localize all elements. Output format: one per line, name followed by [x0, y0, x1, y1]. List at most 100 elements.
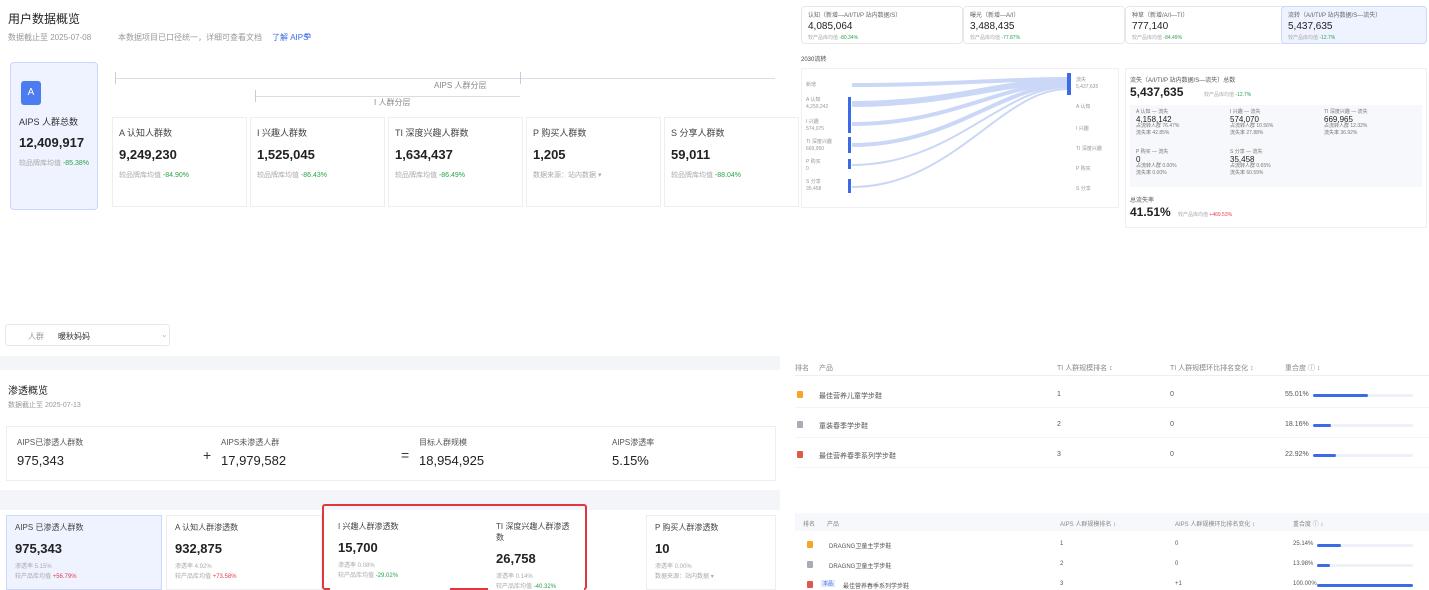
eq-d-value: 5.15%: [612, 453, 649, 468]
flow-label-inner: I 人群分层: [370, 97, 415, 108]
product-name[interactable]: 最佳营养春季系列学步鞋: [843, 581, 909, 590]
i-penetration-card[interactable]: I 兴趣人群渗透数 15,700 渗透率 0.08% 较产品库均值 -29.02%: [330, 515, 450, 590]
top-metric-card[interactable]: 种草（新增/A/I—TI） 777,140 较产品库均值 -84.49%: [1125, 6, 1287, 44]
sankey-link[interactable]: [851, 86, 1068, 166]
sankey-node-bar[interactable]: [848, 119, 851, 133]
metric-sub-prefix: 较产品库均值: [1132, 35, 1163, 41]
penetration-panel: 人群 暖秋妈妈 ⌄ 渗透概览 数据截止至 2025-07-13 AIPS已渗透人…: [0, 320, 780, 590]
col-header: 排名: [803, 522, 816, 528]
right-node-label: TI 深度兴趣: [1076, 146, 1102, 152]
metric-sub-value: -12.7%: [1319, 35, 1336, 41]
overlap-pct: 22.92%: [1285, 451, 1309, 458]
card-label: P 购买人群渗透数: [655, 523, 719, 532]
left-node-value: 35,458: [806, 186, 822, 192]
date-text: 数据截止至 2025-07-08: [8, 33, 92, 42]
card-sub-prefix: 数据来源：站内数据: [655, 574, 710, 580]
metric-sub-prefix: 较产品库均值: [808, 35, 839, 41]
detail-cell[interactable]: S 分享 — 流失 35,458 占流转人群 0.65% 流失率 60.59%: [1230, 149, 1271, 177]
crowd-selector[interactable]: 人群 暖秋妈妈 ⌄: [5, 324, 170, 346]
rate-sub-value: +469.53%: [1209, 212, 1233, 218]
cell-line: 流失率 60.59%: [1230, 170, 1264, 176]
metric-title: 流转（A/I/TI/P 站内数据/S—流失）: [1288, 13, 1382, 19]
card-sub-value: -86.49%: [438, 172, 466, 179]
overlap-pct: 13.98%: [1293, 561, 1314, 567]
top-metric-card[interactable]: 曝光（新增—A/I） 3,488,435 较产品库均值 -77.87%: [963, 6, 1125, 44]
cell-line: 占流转人群 0.65%: [1230, 163, 1271, 169]
metric-sub-value: -77.87%: [1001, 35, 1021, 41]
gold-medal-icon: [807, 541, 813, 548]
product-name[interactable]: DRAGNG卫童主学步鞋: [829, 561, 891, 570]
col-header[interactable]: 重合度 ⓘ ↕: [1293, 519, 1323, 528]
aips-penetrated-card[interactable]: AIPS 已渗透人群数 975,343 渗透率 5.15% 较产品库均值 +56.…: [6, 515, 162, 590]
learn-aips-link[interactable]: 了解 AIPS: [272, 32, 308, 43]
metric-title: 曝光（新增—A/I）: [970, 13, 1020, 19]
col-header[interactable]: AIPS 人群规模排名 ↕: [1060, 519, 1116, 528]
sankey-svg: [848, 73, 1071, 193]
product-name[interactable]: 童装春季学步鞋: [819, 421, 868, 431]
cell-line: 占流转人群 10.56%: [1230, 123, 1274, 129]
rank-change: 0: [1170, 451, 1174, 458]
chevron-down-icon[interactable]: ⌄: [161, 330, 168, 339]
left-node-label: TI 深度兴趣: [806, 139, 832, 145]
product-name[interactable]: 最佳营养春季系列学步鞋: [819, 451, 896, 461]
overlap-pct: 100.00%: [1293, 581, 1317, 587]
metric-sub-value: -84.49%: [1163, 35, 1183, 41]
overlap-bar: [1313, 394, 1413, 397]
sankey-node-bar[interactable]: [848, 137, 851, 153]
sankey-node-bar[interactable]: [848, 159, 851, 169]
cell-title: P 购买 — 流失: [1136, 149, 1169, 155]
detail-cell[interactable]: P 购买 — 流失 0 占流转人群 0.00% 流失率 0.00%: [1136, 149, 1177, 177]
product-name[interactable]: DRAGNG卫童主学步鞋: [829, 541, 891, 550]
dropdown-caret-icon[interactable]: ▾: [711, 574, 714, 580]
card-line: 渗透率 0.00%: [655, 564, 692, 570]
a-penetration-card[interactable]: A 认知人群渗透数 932,875 渗透率 4.92% 较产品库均值 +73.58…: [166, 515, 322, 590]
metric-sub-value: -80.34%: [839, 35, 859, 41]
a-awareness-card[interactable]: A 认知人群数 9,249,230 较品牌库均值 -84.90%: [112, 117, 247, 207]
top-metric-card[interactable]: 认知（新增—A/I/TI/P 站内数据/S） 4,085,064 较产品库均值 …: [801, 6, 963, 44]
product-name[interactable]: 最佳营养儿童学步鞋: [819, 391, 882, 401]
overlap-bar-fill: [1313, 394, 1368, 397]
col-header[interactable]: TI 人群规模环比排名变化 ↕: [1170, 363, 1254, 373]
col-header[interactable]: TI 人群规模排名 ↕: [1057, 363, 1113, 373]
dropdown-caret-icon[interactable]: ▾: [598, 172, 602, 179]
competitor-tables-panel: 排名 产品 TI 人群规模排名 ↕ TI 人群规模环比排名变化 ↕ 重合度 ⓘ …: [795, 355, 1429, 590]
i-interest-card[interactable]: I 兴趣人群数 1,525,045 较品牌库均值 -86.43%: [250, 117, 385, 207]
detail-cell[interactable]: I 兴趣 — 流失 574,070 占流转人群 10.56% 流失率 27.88%: [1230, 109, 1273, 137]
card-label: I 兴趣人群数: [257, 128, 308, 138]
penetration-equation: AIPS已渗透人群数 975,343 + AIPS未渗透人群 17,979,58…: [6, 426, 776, 481]
detail-cell[interactable]: TI 深度兴趣 — 流失 669,965 占流转人群 12.32% 流失率 36.92…: [1324, 109, 1368, 137]
aips-total-card[interactable]: A AIPS 人群总数 12,409,917 较品牌库均值 -85.38%: [10, 62, 98, 210]
rank-value: 3: [1057, 451, 1061, 458]
ti-deep-interest-card[interactable]: TI 深度兴趣人群数 1,634,437 较品牌库均值 -86.49%: [388, 117, 523, 207]
left-node-value: 669,950: [806, 146, 825, 152]
p-penetration-card[interactable]: P 购买人群渗透数 10 渗透率 0.00% 数据来源：站内数据 ▾: [646, 515, 776, 590]
p-purchase-card[interactable]: P 购买人群数 1,205 数据来源：站内数据 ▾: [526, 117, 661, 207]
card-label: P 购买人群数: [533, 128, 587, 138]
selector-value: 暖秋妈妈: [58, 332, 90, 341]
card-sub-value: -84.90%: [162, 172, 190, 179]
card-sub-value: -88.04%: [714, 172, 742, 179]
card-label: A 认知人群渗透数: [175, 523, 239, 532]
plus-icon: +: [203, 447, 212, 463]
sankey-node-bar[interactable]: [848, 179, 851, 193]
card-label: A 认知人群数: [119, 128, 173, 138]
date-text: 数据截止至 2025-07-13: [8, 402, 81, 409]
col-header[interactable]: AIPS 人群规模环比排名变化 ↕: [1175, 519, 1255, 528]
card-line: 渗透率 0.08%: [338, 563, 375, 569]
sankey-node-bar[interactable]: [1067, 73, 1071, 95]
total-sub-value: -85.38%: [62, 160, 90, 167]
right-node-label: S 分享: [1076, 186, 1091, 192]
external-link-icon[interactable]: ⧉: [305, 31, 311, 41]
churn-detail-panel: 流失（A/I/TI/P 站内数据/S—流失）总数 5,437,635 较产品库均…: [1125, 68, 1427, 228]
ti-penetration-card[interactable]: TI 深度兴趣人群渗透数 26,758 渗透率 0.14% 较产品库均值 -40.…: [488, 515, 584, 590]
detail-cell[interactable]: A 认知 — 流失 4,158,142 占流转人群 76.47% 流失率 42.85%: [1136, 109, 1179, 137]
silver-medal-icon: [807, 561, 813, 568]
cell-value: 669,965: [1324, 115, 1353, 124]
col-header[interactable]: 重合度 ⓘ ↕: [1285, 363, 1320, 373]
cell-value: 0: [1136, 155, 1141, 164]
s-share-card[interactable]: S 分享人群数 59,011 较品牌库均值 -88.04%: [664, 117, 799, 207]
col-header: 排名: [795, 365, 809, 372]
top-metric-card-selected[interactable]: 流转（A/I/TI/P 站内数据/S—流失） 5,437,635 较产品库均值 …: [1281, 6, 1427, 44]
card-line: 渗透率 5.15%: [15, 564, 52, 570]
sankey-node-bar[interactable]: [848, 97, 851, 119]
